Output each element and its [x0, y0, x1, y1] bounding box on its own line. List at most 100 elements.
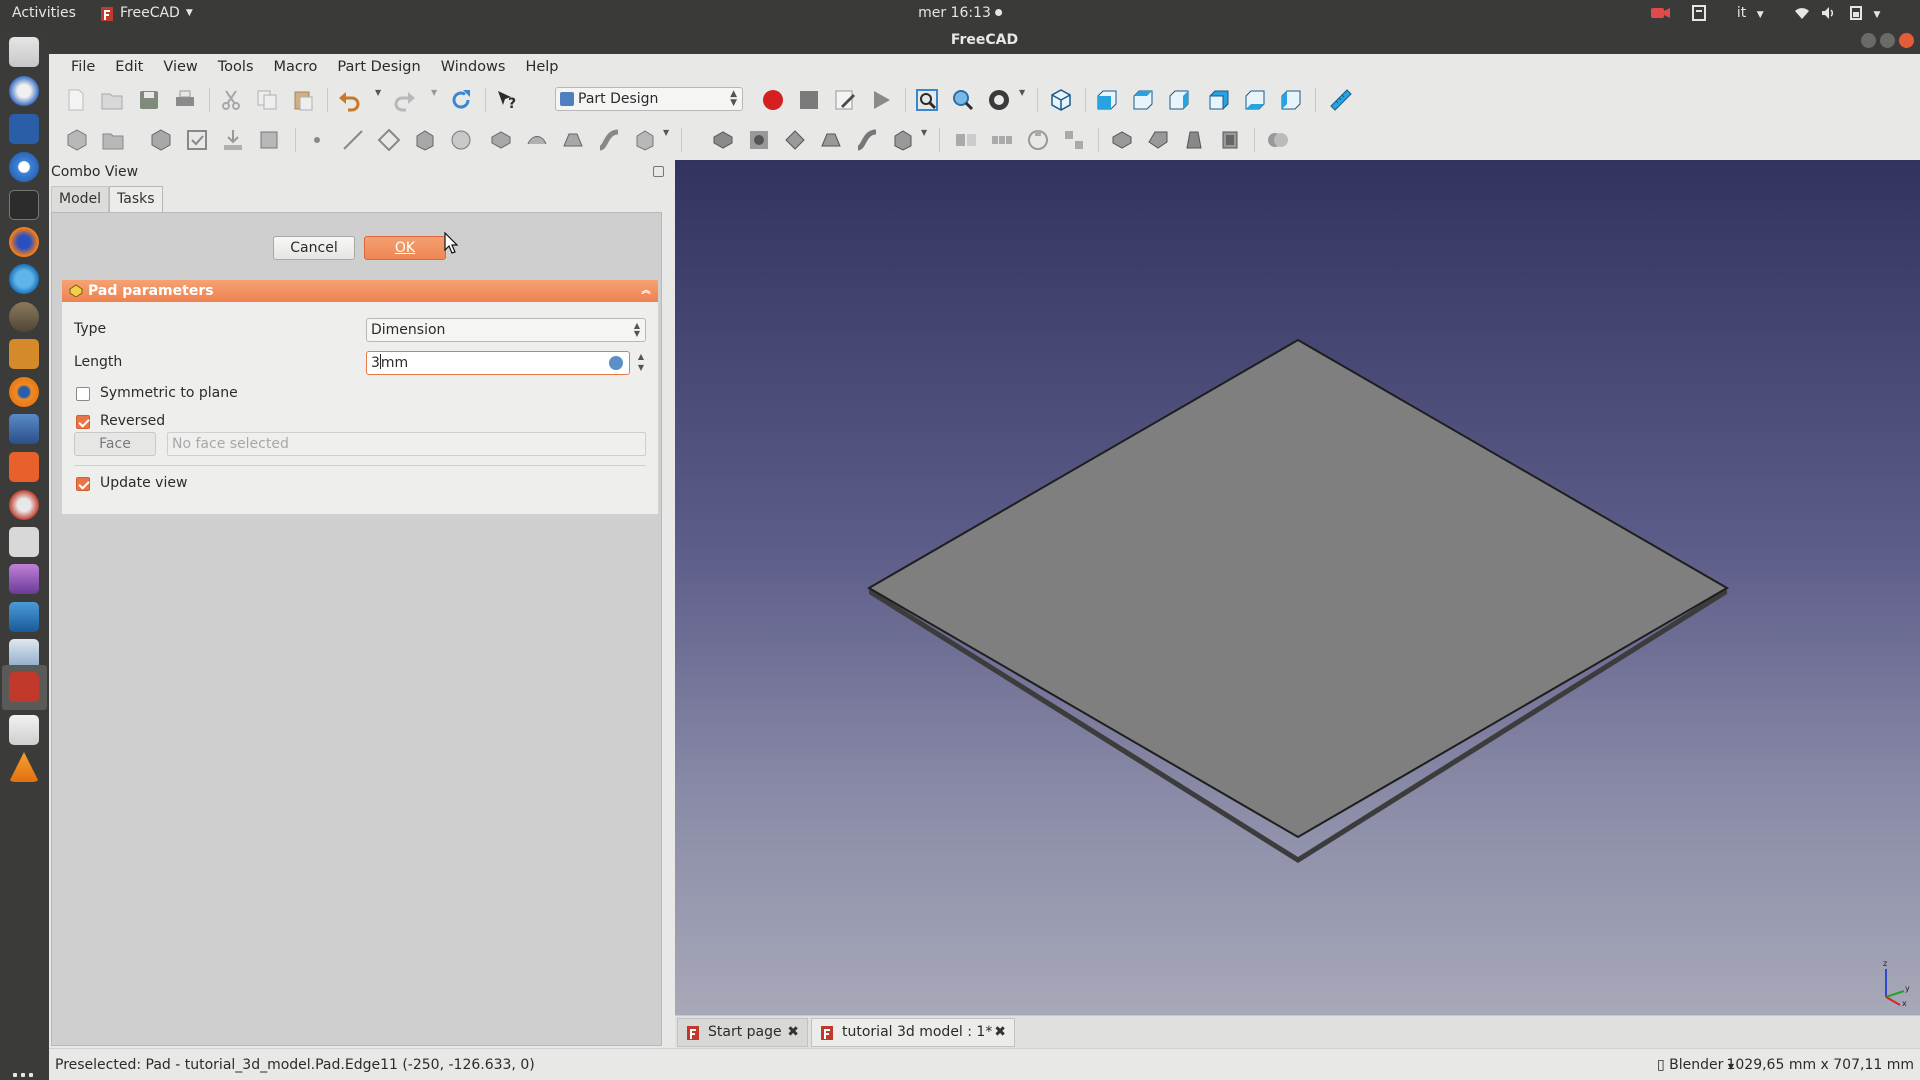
close-tab-icon[interactable]: ✖ [787, 1019, 799, 1046]
chromium-icon[interactable] [9, 152, 39, 182]
app-menu[interactable]: FreeCAD ▼ [100, 0, 193, 27]
calculator-icon[interactable] [9, 339, 39, 369]
type-select[interactable]: Dimension ▲ ▼ [366, 318, 646, 342]
thickness-icon[interactable] [1218, 128, 1242, 152]
chevron-down-icon[interactable]: ▼ [1019, 88, 1029, 112]
files-icon[interactable] [9, 37, 39, 67]
menu-view[interactable]: View [153, 59, 207, 75]
macro-execute-icon[interactable] [869, 88, 893, 112]
create-sketch-icon[interactable] [149, 128, 173, 152]
terminal-icon[interactable] [9, 190, 39, 220]
camera-recording-icon[interactable] [1650, 5, 1672, 21]
view-left-icon[interactable] [1279, 88, 1303, 112]
chevron-down-icon[interactable]: ▼ [375, 88, 385, 112]
pad-icon[interactable] [489, 128, 513, 152]
subtractive-loft-icon[interactable] [819, 128, 843, 152]
hole-icon[interactable] [747, 128, 771, 152]
tab-tasks[interactable]: Tasks [109, 186, 163, 212]
pad-plate[interactable] [675, 160, 1920, 1015]
whats-this-icon[interactable]: ? [495, 88, 519, 112]
print-icon[interactable] [173, 88, 197, 112]
boolean-icon[interactable] [1266, 128, 1290, 152]
draft-icon[interactable] [1182, 128, 1206, 152]
polar-pattern-icon[interactable] [1026, 128, 1050, 152]
close-tab-icon[interactable]: ✖ [994, 1019, 1006, 1046]
wifi-icon[interactable] [1794, 6, 1810, 20]
menu-file[interactable]: File [61, 59, 105, 75]
additive-loft-icon[interactable] [561, 128, 585, 152]
clipboard-icon[interactable] [1690, 4, 1708, 22]
macro-stop-icon[interactable] [797, 88, 821, 112]
create-body-icon[interactable] [65, 128, 89, 152]
ok-button[interactable]: OK [364, 236, 446, 260]
refresh-icon[interactable] [449, 88, 473, 112]
additive-primitive-icon[interactable] [633, 128, 657, 152]
additive-pipe-icon[interactable] [597, 128, 621, 152]
collapse-icon[interactable]: ︽ [640, 285, 652, 297]
undock-icon[interactable] [653, 166, 664, 177]
clock[interactable]: mer 16:13 [918, 0, 1002, 27]
measure-distance-icon[interactable] [1329, 88, 1353, 112]
datum-line-icon[interactable] [341, 128, 365, 152]
redo-icon[interactable] [393, 88, 417, 112]
volume-icon[interactable] [1821, 6, 1837, 20]
groove-icon[interactable] [783, 128, 807, 152]
feather-icon[interactable] [9, 264, 39, 294]
view-bottom-icon[interactable] [1243, 88, 1267, 112]
language-indicator[interactable]: it [1737, 5, 1746, 21]
face-button[interactable]: Face [74, 432, 156, 456]
minimize-icon[interactable] [1861, 33, 1876, 48]
draw-style-icon[interactable] [987, 88, 1011, 112]
paste-icon[interactable] [291, 88, 315, 112]
new-document-icon[interactable] [64, 88, 88, 112]
symmetric-checkbox[interactable] [76, 387, 90, 401]
media-player-icon[interactable] [9, 564, 39, 594]
fillet-icon[interactable] [1110, 128, 1134, 152]
fit-all-icon[interactable] [915, 88, 939, 112]
view-top-icon[interactable] [1131, 88, 1155, 112]
workbench-selector[interactable]: Part Design ▲ ▼ [555, 87, 743, 111]
text-editor-icon[interactable] [9, 715, 39, 745]
subtractive-primitive-icon[interactable] [891, 128, 915, 152]
menu-tools[interactable]: Tools [208, 59, 264, 75]
tab-start-page[interactable]: Start page ✖ [677, 1018, 808, 1047]
sub-shape-binder-icon[interactable] [449, 128, 473, 152]
close-icon[interactable] [1899, 33, 1914, 48]
datum-point-icon[interactable] [305, 128, 329, 152]
multi-transform-icon[interactable] [1062, 128, 1086, 152]
menu-macro[interactable]: Macro [264, 59, 328, 75]
chevron-down-icon[interactable]: ▼ [921, 128, 931, 152]
show-applications-icon[interactable] [13, 1073, 35, 1080]
tab-tutorial-3d-model[interactable]: tutorial 3d model : 1* ✖ [811, 1018, 1015, 1047]
chevron-down-icon[interactable]: ▼ [431, 88, 441, 112]
revolution-icon[interactable] [525, 128, 549, 152]
datum-plane-icon[interactable] [377, 128, 401, 152]
copy-icon[interactable] [255, 88, 279, 112]
cut-icon[interactable] [219, 88, 243, 112]
menu-help[interactable]: Help [515, 59, 568, 75]
subtractive-pipe-icon[interactable] [855, 128, 879, 152]
3d-view[interactable]: z y x [675, 160, 1920, 1015]
macro-record-icon[interactable] [761, 88, 785, 112]
save-icon[interactable] [137, 88, 161, 112]
menu-part-design[interactable]: Part Design [327, 59, 430, 75]
cancel-button[interactable]: Cancel [273, 236, 355, 260]
gimp-icon[interactable] [9, 302, 39, 332]
fit-selection-icon[interactable] [951, 88, 975, 112]
software-center-icon[interactable] [9, 452, 39, 482]
linear-pattern-icon[interactable] [990, 128, 1014, 152]
thunderbird-icon[interactable] [9, 76, 39, 106]
remote-desktop-icon[interactable] [9, 602, 39, 632]
reversed-checkbox[interactable] [76, 415, 90, 429]
menu-edit[interactable]: Edit [105, 59, 153, 75]
view-rear-icon[interactable] [1207, 88, 1231, 112]
mirrored-icon[interactable] [954, 128, 978, 152]
update-view-checkbox[interactable] [76, 477, 90, 491]
map-sketch-icon[interactable] [221, 128, 245, 152]
vlc-icon[interactable] [9, 752, 39, 782]
menu-windows[interactable]: Windows [431, 59, 516, 75]
freecad-dock-icon[interactable] [9, 672, 39, 702]
writer-icon[interactable] [9, 114, 39, 144]
shape-binder-icon[interactable] [413, 128, 437, 152]
chevron-down-icon[interactable]: ▼ [663, 128, 673, 152]
